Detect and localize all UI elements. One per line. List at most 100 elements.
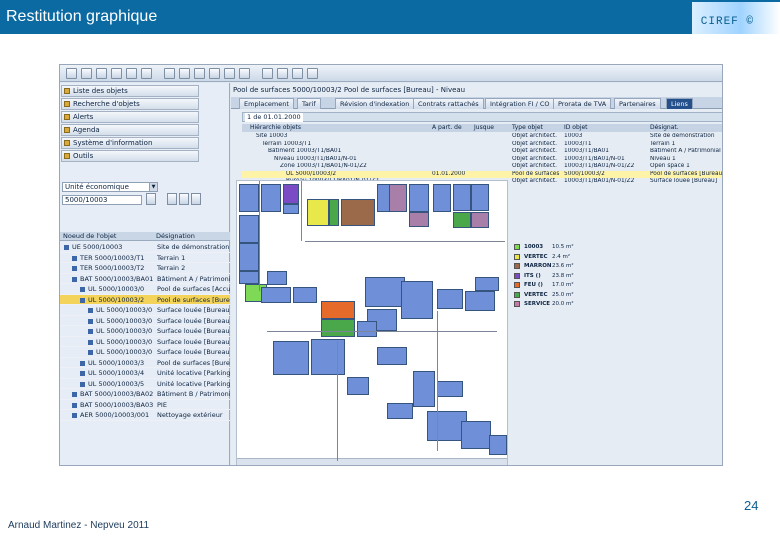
refresh-button[interactable]	[191, 193, 201, 205]
tab[interactable]: Révision d'indexation	[335, 98, 415, 109]
plan-room[interactable]	[267, 271, 287, 285]
plan-room[interactable]	[475, 277, 499, 291]
plan-room[interactable]	[273, 341, 309, 375]
plan-room[interactable]	[365, 277, 405, 307]
plan-room[interactable]	[453, 212, 471, 228]
tree-row[interactable]: UL 5000/10003/0 Pool de surfaces [Accueil…	[60, 284, 230, 295]
plan-room[interactable]	[341, 199, 375, 226]
find-icon[interactable]	[126, 68, 137, 79]
tab[interactable]: Contrats rattachés	[413, 98, 484, 109]
nav-item[interactable]: Outils	[61, 150, 199, 162]
tab[interactable]: Partenaires	[614, 98, 661, 109]
last-page-icon[interactable]	[209, 68, 220, 79]
nav-item[interactable]: Alerts	[61, 111, 199, 123]
tab[interactable]: Prorata de TVA	[553, 98, 612, 109]
plan-room[interactable]	[401, 281, 433, 319]
plan-room[interactable]	[239, 243, 259, 271]
tree-row[interactable]: UL 5000/10003/0 Surface louée [Bureau]	[60, 347, 230, 358]
plan-room[interactable]	[357, 321, 377, 337]
hierarchy-row[interactable]: UL 5000/10003/2 01.01.2000 Pool de surface…	[242, 170, 722, 178]
unit-select[interactable]: Unité économique ▼	[62, 182, 158, 192]
plan-room[interactable]	[461, 421, 491, 449]
layout-icon[interactable]	[292, 68, 303, 79]
floor-plan[interactable]	[236, 180, 508, 465]
tree-row[interactable]: UL 5000/10003/3 Pool de surfaces [Bureau]	[60, 358, 230, 368]
tree-row[interactable]: UL 5000/10003/2 Pool de surfaces [Bureau]	[60, 294, 230, 305]
tree-row[interactable]: TER 5000/10003/T1 Terrain 1	[60, 253, 230, 263]
tab[interactable]: Liens	[666, 98, 693, 109]
plan-room[interactable]	[329, 199, 339, 226]
local-icon[interactable]	[307, 68, 318, 79]
tab[interactable]: Emplacement	[239, 98, 294, 109]
plan-room[interactable]	[321, 301, 355, 319]
plan-room[interactable]	[471, 212, 489, 228]
plan-room[interactable]	[321, 319, 355, 337]
hierarchy-date-field[interactable]: 1 de 01.01.2000	[245, 113, 303, 122]
tab[interactable]: Intégration FI / CO	[485, 98, 555, 109]
tree-row[interactable]: UL 5000/10003/4 Unité locative [Parking]	[60, 368, 230, 379]
settings-icon[interactable]	[277, 68, 288, 79]
tree-row[interactable]: UL 5000/10003/0 Surface louée [Bureau]	[60, 326, 230, 337]
plan-room[interactable]	[437, 381, 463, 397]
print-icon[interactable]	[111, 68, 122, 79]
plan-room[interactable]	[437, 289, 463, 309]
plan-room[interactable]	[387, 403, 413, 419]
plan-room[interactable]	[239, 184, 259, 212]
nav-item[interactable]: Liste des objets	[61, 85, 199, 97]
find-next-icon[interactable]	[141, 68, 152, 79]
plan-room[interactable]	[307, 199, 329, 226]
first-page-icon[interactable]	[164, 68, 175, 79]
tree-row[interactable]: UL 5000/10003/0 Surface louée [Bureau]	[60, 305, 230, 316]
tree-row[interactable]: BAT 5000/10003/BA01 Bâtiment A / Patrimon…	[60, 274, 230, 284]
plan-room[interactable]	[489, 435, 507, 455]
tree-row[interactable]: BAT 5000/10003/BA03 PIE	[60, 400, 230, 410]
sort-button[interactable]	[167, 193, 177, 205]
tree-row[interactable]: AER 5000/10003/001 Nettoyage extérieur	[60, 410, 230, 421]
plan-room[interactable]	[261, 287, 291, 303]
plan-room[interactable]	[409, 184, 429, 212]
help-icon[interactable]	[262, 68, 273, 79]
plan-room[interactable]	[311, 339, 345, 375]
plan-room[interactable]	[433, 184, 451, 212]
chevron-down-icon[interactable]: ▼	[149, 183, 157, 191]
plan-room[interactable]	[283, 204, 299, 214]
plan-room[interactable]	[239, 271, 259, 284]
save-icon[interactable]	[96, 68, 107, 79]
hierarchy-row[interactable]: Zone 10003/T1/BA01/N-01/Z2 Objet architec…	[242, 163, 722, 171]
forward-icon[interactable]	[81, 68, 92, 79]
nav-item[interactable]: Système d'information	[61, 137, 199, 149]
tree-row[interactable]: UL 5000/10003/0 Surface louée [Bureau]	[60, 316, 230, 326]
tree-row[interactable]: UL 5000/10003/5 Unité locative [Parking]	[60, 379, 230, 389]
hierarchy-row[interactable]: Terrain 10003/T1 Objet architect. 10003/T1…	[242, 141, 722, 149]
tree-row[interactable]: TER 5000/10003/T2 Terrain 2	[60, 263, 230, 274]
shortcut-icon[interactable]	[239, 68, 250, 79]
plan-room[interactable]	[239, 215, 259, 243]
nav-item[interactable]: Recherche d'objets	[61, 98, 199, 110]
tree-row[interactable]: UL 5000/10003/0 Surface louée [Bureau]	[60, 337, 230, 347]
new-session-icon[interactable]	[224, 68, 235, 79]
back-icon[interactable]	[66, 68, 77, 79]
prev-page-icon[interactable]	[179, 68, 190, 79]
plan-room[interactable]	[389, 184, 407, 212]
plan-room[interactable]	[409, 212, 429, 227]
next-page-icon[interactable]	[194, 68, 205, 79]
plan-room[interactable]	[293, 287, 317, 303]
filter-button[interactable]	[179, 193, 189, 205]
tab[interactable]: Tarif	[297, 98, 321, 109]
expand-button[interactable]	[146, 193, 156, 205]
plan-room[interactable]	[377, 347, 407, 365]
plan-room[interactable]	[471, 184, 489, 211]
plan-room[interactable]	[347, 377, 369, 395]
hierarchy-row[interactable]: Site 10003 Objet architect. 10003 Site de d…	[242, 133, 722, 141]
object-number-field[interactable]: 5000/10003	[62, 195, 142, 205]
plan-room[interactable]	[283, 184, 299, 204]
hierarchy-row[interactable]: Niveau 10003/T1/BA01/N-01 Objet architect…	[242, 156, 722, 164]
tree-row[interactable]: UE 5000/10003 Site de démonstration	[60, 242, 230, 253]
plan-room[interactable]	[413, 371, 435, 407]
hierarchy-row[interactable]: Bâtiment 10003/T1/BA01 Objet architect. 10…	[242, 148, 722, 156]
plan-room[interactable]	[465, 291, 495, 311]
tree-row[interactable]: BAT 5000/10003/BA02 Bâtiment B / Patrimon…	[60, 389, 230, 400]
nav-item[interactable]: Agenda	[61, 124, 199, 136]
plan-room[interactable]	[261, 184, 281, 212]
plan-room[interactable]	[453, 184, 471, 211]
